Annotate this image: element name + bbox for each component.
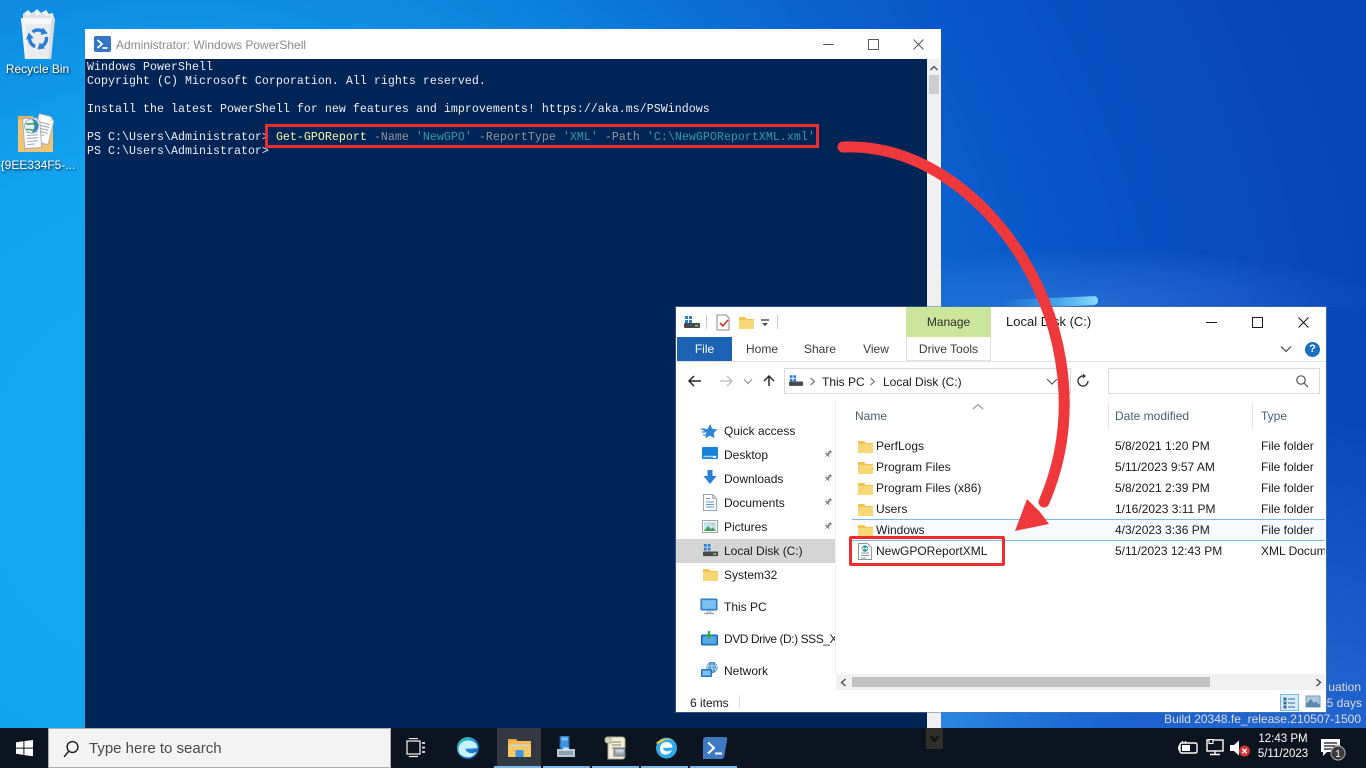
svg-text:1: 1 bbox=[1335, 749, 1341, 760]
